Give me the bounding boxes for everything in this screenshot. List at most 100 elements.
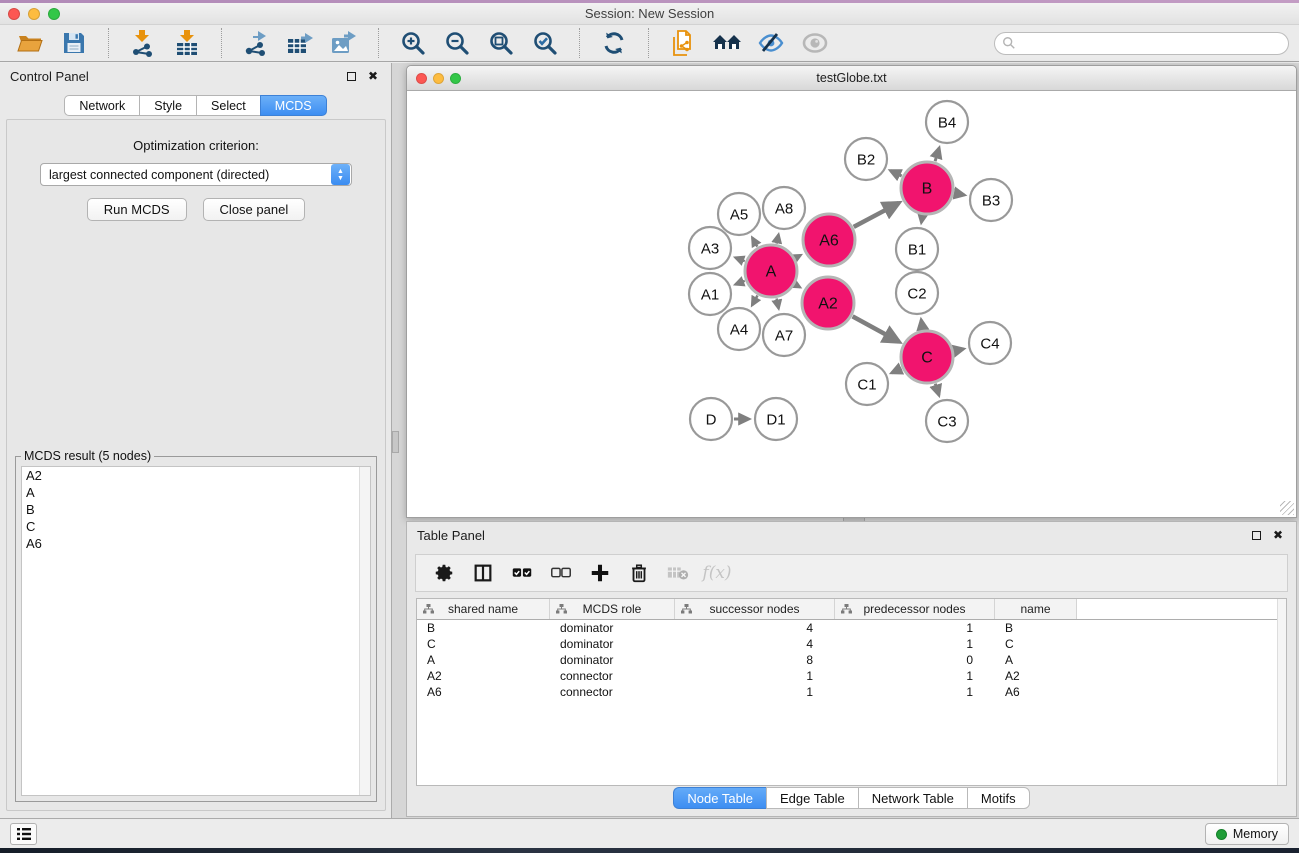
zoom-out-button[interactable] [439, 28, 475, 58]
mcds-result-item[interactable]: A6 [22, 535, 370, 552]
graph-node-A5[interactable]: A5 [718, 193, 760, 235]
graph-node-B3[interactable]: B3 [970, 179, 1012, 221]
zoom-fit-button[interactable] [483, 28, 519, 58]
delete-table-button[interactable] [662, 558, 694, 588]
network-canvas[interactable]: B4B2BB3A5A8A6B1A3AA1C2A2A4A7C4CC1DD1C3 [407, 91, 1296, 517]
edge-B-B3[interactable] [955, 193, 965, 195]
network-resize-grip[interactable] [1280, 501, 1294, 515]
graph-node-A6[interactable]: A6 [803, 214, 855, 266]
edge-B-B2[interactable] [890, 171, 901, 176]
close-panel-button[interactable]: Close panel [203, 198, 306, 221]
vertical-splitter-grip[interactable] [392, 431, 399, 453]
edge-A-A8[interactable] [777, 234, 779, 243]
edge-A2-C[interactable] [853, 316, 899, 341]
graph-node-A3[interactable]: A3 [689, 227, 731, 269]
float-panel-icon[interactable] [343, 68, 359, 84]
edge-A-A6[interactable] [796, 255, 801, 258]
graph-node-C4[interactable]: C4 [969, 322, 1011, 364]
column-header-successor-nodes[interactable]: successor nodes [675, 599, 835, 619]
memory-button[interactable]: Memory [1205, 823, 1289, 845]
graph-node-D1[interactable]: D1 [755, 398, 797, 440]
export-network-button[interactable] [238, 28, 274, 58]
edge-A6-B[interactable] [854, 203, 899, 227]
graph-node-D[interactable]: D [690, 398, 732, 440]
graph-node-A8[interactable]: A8 [763, 187, 805, 229]
network-zoom-button[interactable] [450, 73, 461, 84]
tab-network-table[interactable]: Network Table [858, 787, 967, 809]
refresh-view-button[interactable] [596, 28, 632, 58]
export-table-button[interactable] [282, 28, 318, 58]
graph-node-B1[interactable]: B1 [896, 228, 938, 270]
graph-node-C3[interactable]: C3 [926, 400, 968, 442]
network-graph[interactable]: B4B2BB3A5A8A6B1A3AA1C2A2A4A7C4CC1DD1C3 [407, 91, 1296, 517]
function-builder-button[interactable]: f(x) [701, 558, 733, 588]
tab-style[interactable]: Style [139, 95, 196, 116]
graph-node-B[interactable]: B [901, 162, 953, 214]
graph-node-A2[interactable]: A2 [802, 277, 854, 329]
graph-node-A4[interactable]: A4 [718, 308, 760, 350]
edge-A-A1[interactable] [735, 281, 745, 285]
graph-node-A1[interactable]: A1 [689, 273, 731, 315]
export-image-button[interactable] [326, 28, 362, 58]
new-network-from-selection-button[interactable] [665, 28, 701, 58]
minimize-window-button[interactable] [28, 8, 40, 20]
graph-node-A7[interactable]: A7 [763, 314, 805, 356]
table-close-icon[interactable]: ✖ [1270, 527, 1286, 543]
graph-node-C[interactable]: C [901, 331, 953, 383]
network-close-button[interactable] [416, 73, 427, 84]
mcds-result-item[interactable]: C [22, 518, 370, 535]
mcds-result-item[interactable]: B [22, 501, 370, 518]
edge-A-A3[interactable] [735, 258, 745, 262]
table-row[interactable]: A6connector11A6 [417, 684, 1286, 700]
result-list-scrollbar[interactable] [359, 467, 370, 795]
task-history-button[interactable] [10, 823, 37, 845]
tab-network[interactable]: Network [64, 95, 139, 116]
edge-B-B1[interactable] [921, 216, 922, 223]
table-scrollbar[interactable] [1277, 599, 1286, 785]
tab-select[interactable]: Select [196, 95, 260, 116]
table-float-icon[interactable] [1248, 527, 1264, 543]
edge-A-A2[interactable] [795, 285, 800, 288]
delete-column-button[interactable] [623, 558, 655, 588]
first-neighbors-button[interactable] [709, 28, 745, 58]
show-eye-button[interactable] [797, 28, 833, 58]
table-row[interactable]: Bdominator41B [417, 620, 1286, 636]
import-table-button[interactable] [169, 28, 205, 58]
mcds-result-item[interactable]: A2 [22, 467, 370, 484]
column-header-predecessor-nodes[interactable]: predecessor nodes [835, 599, 995, 619]
column-header-shared-name[interactable]: shared name [417, 599, 550, 619]
graph-node-B2[interactable]: B2 [845, 138, 887, 180]
select-all-columns-button[interactable] [506, 558, 538, 588]
deselect-all-columns-button[interactable] [545, 558, 577, 588]
tab-motifs[interactable]: Motifs [967, 787, 1030, 809]
criterion-select[interactable]: largest connected component (directed) ▲… [40, 163, 352, 186]
import-network-button[interactable] [125, 28, 161, 58]
edge-A-A4[interactable] [752, 296, 757, 306]
mcds-result-item[interactable]: A [22, 484, 370, 501]
graph-node-B4[interactable]: B4 [926, 101, 968, 143]
column-layout-button[interactable] [467, 558, 499, 588]
close-window-button[interactable] [8, 8, 20, 20]
close-panel-icon[interactable]: ✖ [365, 68, 381, 84]
tab-mcds[interactable]: MCDS [260, 95, 327, 116]
column-header-MCDS-role[interactable]: MCDS role [550, 599, 675, 619]
table-row[interactable]: Adominator80A [417, 652, 1286, 668]
create-column-button[interactable] [584, 558, 616, 588]
edge-C-C4[interactable] [954, 349, 963, 351]
run-mcds-button[interactable]: Run MCDS [87, 198, 187, 221]
hide-panels-button[interactable] [753, 28, 789, 58]
graph-node-C1[interactable]: C1 [846, 363, 888, 405]
zoom-window-button[interactable] [48, 8, 60, 20]
table-row[interactable]: Cdominator41C [417, 636, 1286, 652]
graph-node-C2[interactable]: C2 [896, 272, 938, 314]
edge-B-B4[interactable] [935, 148, 939, 161]
tab-node-table[interactable]: Node Table [673, 787, 766, 809]
edge-A-A7[interactable] [777, 298, 779, 308]
edge-A-A5[interactable] [752, 238, 757, 247]
edge-C-C1[interactable] [892, 368, 902, 372]
table-row[interactable]: A2connector11A2 [417, 668, 1286, 684]
open-session-button[interactable] [12, 28, 48, 58]
save-session-button[interactable] [56, 28, 92, 58]
node-table[interactable]: shared nameMCDS rolesuccessor nodesprede… [416, 598, 1287, 786]
table-settings-button[interactable] [428, 558, 460, 588]
